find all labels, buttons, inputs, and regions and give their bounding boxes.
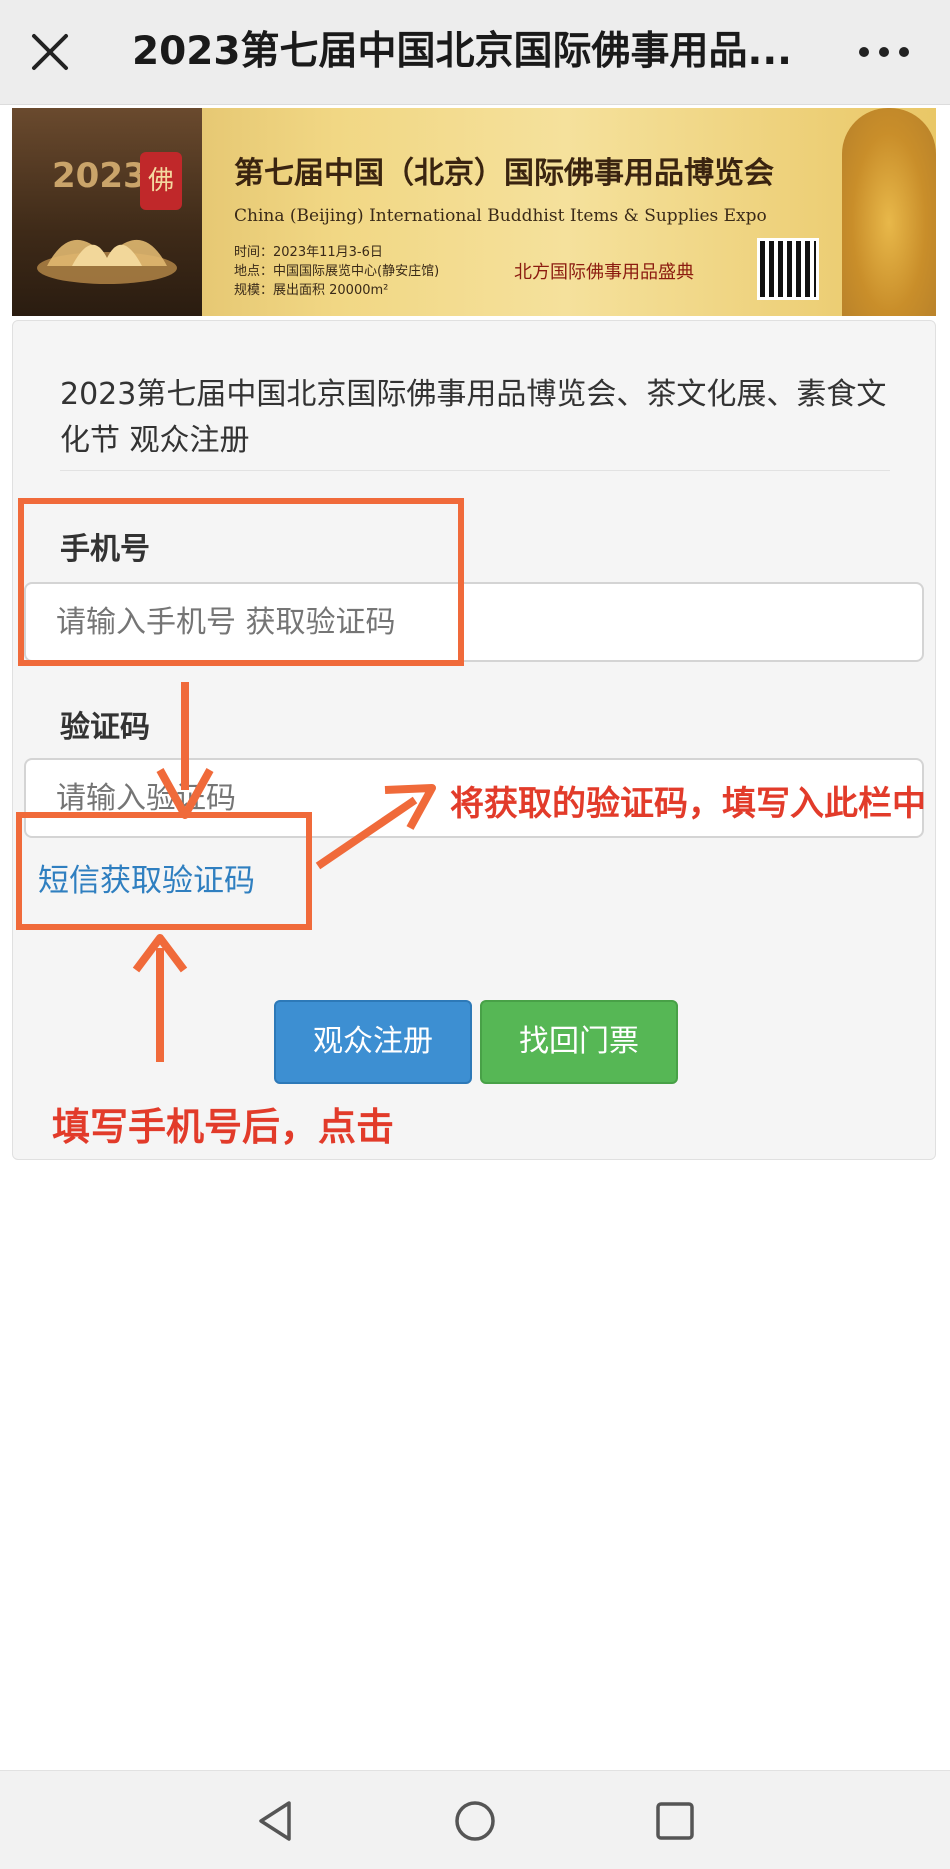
recents-square-icon <box>656 1802 694 1840</box>
banner-details: 时间：2023年11月3-6日 地点：中国国际展览中心(静安庄馆) 规模：展出面… <box>234 243 439 300</box>
expo-banner: 2023 佛 第七届中国（北京）国际佛事用品博览会 China (Beijing… <box>12 108 936 316</box>
home-button[interactable] <box>445 1793 505 1849</box>
banner-brand: 北方国际佛事用品盛典 <box>514 262 694 283</box>
banner-time: 时间：2023年11月3-6日 <box>234 245 383 260</box>
banner-venue: 地点：中国国际展览中心(静安庄馆) <box>234 264 440 279</box>
click-hint: 填写手机号后，点击 <box>52 1105 395 1149</box>
close-button[interactable] <box>22 24 78 80</box>
more-button[interactable] <box>852 24 916 80</box>
banner-year: 2023 <box>52 156 147 196</box>
banner-seal: 佛 <box>140 152 182 210</box>
banner-lotus-panel <box>12 108 202 316</box>
back-button[interactable] <box>245 1793 305 1849</box>
more-dots-icon <box>859 47 909 57</box>
system-nav-bar <box>0 1770 950 1869</box>
form-title: 2023第七届中国北京国际佛事用品博览会、茶文化展、素食文化节 观众注册 <box>60 377 887 458</box>
page-title: 2023第七届中国北京国际佛事用品... <box>132 29 792 74</box>
close-icon <box>32 34 68 70</box>
banner-title: 第七届中国（北京）国际佛事用品博览会 <box>234 156 774 191</box>
banner-scale: 规模：展出面积 20000m² <box>234 283 389 298</box>
divider <box>60 470 890 471</box>
phone-highlight-box <box>18 498 464 666</box>
qr-code-icon <box>757 238 819 300</box>
recents-button[interactable] <box>645 1793 705 1849</box>
home-circle-icon <box>455 1801 495 1841</box>
back-triangle-icon <box>259 1801 291 1841</box>
lotus-icon <box>37 239 177 284</box>
buddha-statue-icon <box>842 108 936 316</box>
register-button[interactable]: 观众注册 <box>274 1000 472 1084</box>
banner-english-title: China (Beijing) International Buddhist I… <box>234 206 767 226</box>
retrieve-ticket-button[interactable]: 找回门票 <box>480 1000 678 1084</box>
code-label: 验证码 <box>60 710 150 745</box>
enter-code-hint: 将获取的验证码，填写入此栏中 <box>450 784 926 824</box>
app-top-bar: 2023第七届中国北京国际佛事用品... <box>0 0 950 105</box>
sms-highlight-box <box>16 812 312 930</box>
